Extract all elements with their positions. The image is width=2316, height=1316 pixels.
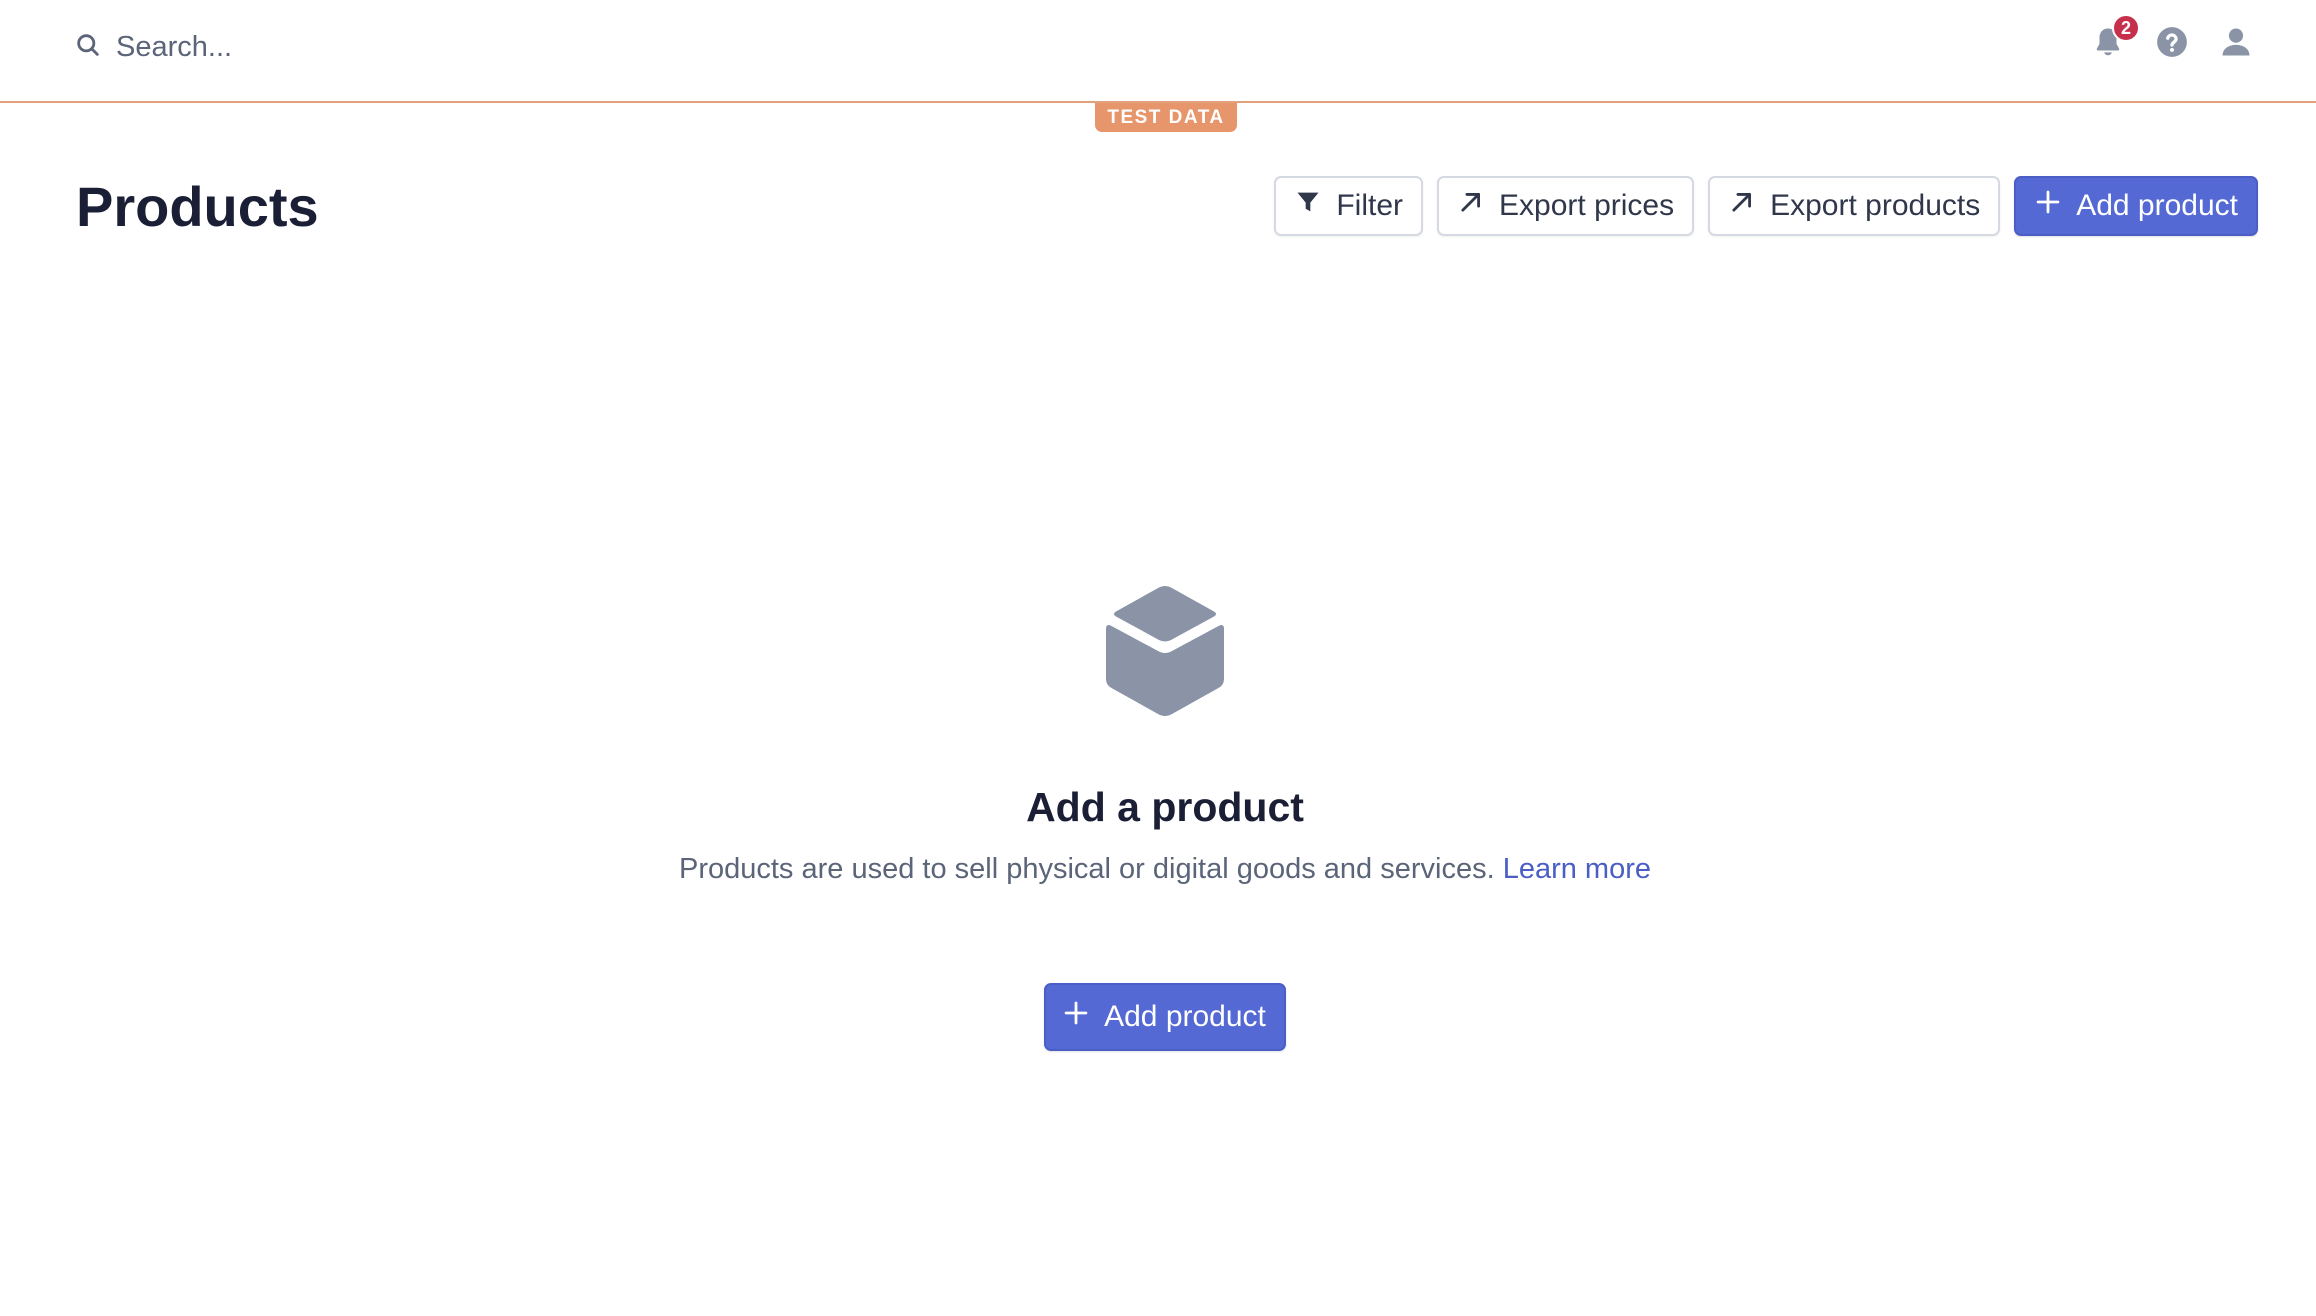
empty-state-add-product-button[interactable]: Add product [1044, 983, 1286, 1051]
test-data-badge: TEST DATA [1095, 103, 1237, 132]
account-button[interactable] [2216, 22, 2256, 66]
export-products-button[interactable]: Export products [1708, 176, 2001, 236]
search-bar[interactable] [74, 26, 716, 68]
empty-state-description: Products are used to sell physical or di… [679, 849, 1651, 889]
header-actions: 2 [2064, 14, 2256, 66]
empty-state: Add a product Products are used to sell … [0, 585, 2316, 1051]
page-title: Products [76, 175, 319, 238]
filter-icon [1294, 188, 1336, 224]
plus-icon [2034, 188, 2076, 224]
arrow-up-right-icon [1457, 188, 1499, 224]
export-products-label: Export products [1770, 189, 1981, 222]
export-prices-label: Export prices [1499, 189, 1675, 222]
notifications-button[interactable]: 2 [2088, 14, 2140, 66]
export-prices-button[interactable]: Export prices [1437, 176, 1695, 236]
add-product-button[interactable]: Add product [2014, 176, 2258, 236]
page-actions: Filter Export prices Export products Add… [1260, 176, 2258, 236]
search-icon [74, 31, 102, 64]
arrow-up-right-icon [1728, 188, 1770, 224]
notification-count-badge: 2 [2112, 14, 2140, 42]
add-product-label: Add product [2076, 189, 2238, 222]
empty-state-add-product-label: Add product [1104, 1000, 1266, 1033]
help-icon [2155, 25, 2189, 64]
box-icon [1106, 585, 1224, 719]
filter-button[interactable]: Filter [1274, 176, 1424, 236]
search-input[interactable] [116, 27, 716, 67]
learn-more-link[interactable]: Learn more [1503, 853, 1651, 885]
help-button[interactable] [2152, 22, 2192, 66]
user-icon [2219, 25, 2253, 64]
top-bar: 2 [0, 0, 2316, 103]
empty-state-title: Add a product [1026, 784, 1304, 830]
plus-icon [1062, 999, 1104, 1035]
empty-state-description-text: Products are used to sell physical or di… [678, 853, 1495, 885]
filter-button-label: Filter [1336, 189, 1404, 222]
